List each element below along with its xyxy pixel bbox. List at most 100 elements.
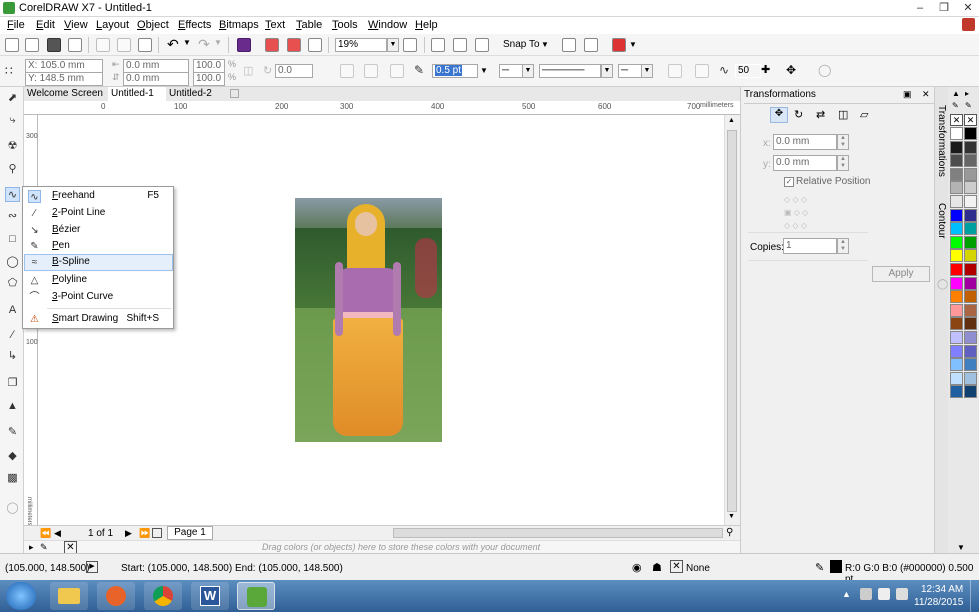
search-content-icon[interactable] <box>237 38 251 52</box>
docker-close-icon[interactable]: ✕ <box>922 89 930 100</box>
no-fill-swatch[interactable]: ✕ <box>950 114 963 126</box>
menu-edit[interactable]: Edit <box>36 19 55 31</box>
flyout-item-3-point-curve[interactable]: ⌒ 3-Point Curve <box>24 289 173 306</box>
no-outline-swatch[interactable]: ✕ <box>964 114 977 126</box>
palette-swatch[interactable] <box>950 235 963 249</box>
print-icon[interactable] <box>68 38 82 52</box>
cut-icon[interactable] <box>96 38 110 52</box>
paste-icon[interactable] <box>138 38 152 52</box>
palette-swatch[interactable] <box>964 331 977 344</box>
full-screen-preview-icon[interactable] <box>403 38 417 52</box>
palette-swatch[interactable] <box>964 263 977 276</box>
skew-transform-icon[interactable]: ▱ <box>860 108 868 121</box>
app-launcher-icon[interactable] <box>612 38 626 52</box>
transform-y-stepper[interactable]: ▲ ▼ <box>837 155 849 171</box>
undo-icon[interactable]: ↶ <box>167 36 179 53</box>
freehand-smoothing-field[interactable]: 50 <box>735 64 761 78</box>
zoom-tool-icon[interactable]: ⚲ <box>5 162 20 177</box>
show-grid-icon[interactable] <box>453 38 467 52</box>
palette-swatch[interactable] <box>950 140 963 154</box>
palette-swatch[interactable] <box>950 331 963 344</box>
transform-x-stepper[interactable]: ▲ ▼ <box>837 134 849 150</box>
quick-customize-tools-icon[interactable]: ◯ <box>5 501 20 516</box>
palette-swatch[interactable] <box>964 127 977 140</box>
palette-swatch[interactable] <box>964 181 977 195</box>
redo-dropdown-icon[interactable]: ▼ <box>214 38 222 47</box>
docker-minimize-icon[interactable]: ▣ <box>903 89 912 100</box>
apply-button[interactable]: Apply <box>872 266 930 282</box>
drop-shadow-tool-icon[interactable]: ❐ <box>5 376 20 391</box>
flyout-item-2-point-line[interactable]: ∕ 2-Point Line <box>24 205 173 222</box>
ellipse-tool-icon[interactable]: ◯ <box>5 255 20 270</box>
palette-swatch[interactable] <box>964 154 977 168</box>
transform-y-field[interactable]: 0.0 mm <box>773 155 837 171</box>
start-button-icon[interactable] <box>6 582 36 610</box>
wrap-text-icon[interactable] <box>695 64 709 78</box>
palette-menu-icon[interactable]: ▸ <box>29 542 34 553</box>
scale-width-field[interactable]: 100.0 <box>193 59 225 73</box>
width-field[interactable]: 0.0 mm <box>123 59 189 73</box>
horizontal-scroll-thumb[interactable] <box>393 528 723 538</box>
palette-scroll-up-icon[interactable]: ▲ <box>952 89 960 98</box>
taskbar-chrome[interactable] <box>144 582 182 610</box>
show-guidelines-icon[interactable] <box>475 38 489 52</box>
tab-welcome-screen[interactable]: Welcome Screen <box>24 87 108 101</box>
palette-swatch[interactable] <box>964 358 977 372</box>
copy-icon[interactable] <box>117 38 131 52</box>
height-field[interactable]: 0.0 mm <box>123 72 189 86</box>
zoom-dropdown-icon[interactable]: ▼ <box>387 38 399 52</box>
transparency-tool-icon[interactable]: ▲ <box>5 399 20 414</box>
parallel-dimension-tool-icon[interactable]: ∕ <box>5 328 20 343</box>
line-style-select[interactable]: ────── <box>539 64 601 78</box>
palette-swatch[interactable] <box>964 344 977 358</box>
palette-swatch[interactable] <box>950 385 963 399</box>
menu-view[interactable]: View <box>64 19 88 31</box>
palette-swatch[interactable] <box>964 290 977 304</box>
zoom-navigator-icon[interactable]: ⚲ <box>726 527 733 538</box>
open-icon[interactable] <box>25 38 39 52</box>
publish-pdf-icon[interactable] <box>308 38 322 52</box>
outline-width-field[interactable]: 0.5 pt <box>432 64 478 78</box>
prev-page-icon[interactable]: ◀ <box>54 528 61 539</box>
pick-tool-icon[interactable]: ⬈ <box>5 91 20 106</box>
flyout-item-freehand[interactable]: ∿ Freehand F5 <box>24 188 173 205</box>
menu-tools[interactable]: Tools <box>332 19 358 31</box>
color-eyedropper-tool-icon[interactable]: ✎ <box>5 425 20 440</box>
close-curve-icon[interactable] <box>668 64 682 78</box>
palette-swatch[interactable] <box>964 317 977 331</box>
options-icon[interactable] <box>584 38 598 52</box>
page-tab-page-1[interactable]: Page 1 <box>167 526 213 540</box>
next-page-icon[interactable]: ▶ <box>125 528 132 539</box>
palette-swatch[interactable] <box>964 276 977 290</box>
reference-point-icon[interactable]: ∷ <box>5 64 19 78</box>
close-icon[interactable]: ✕ <box>956 0 979 16</box>
palette-eyedropper-icon[interactable]: ✎ <box>965 101 972 110</box>
x-position-field[interactable]: X: 105.0 mm <box>25 59 103 73</box>
bounding-box-icon[interactable]: ✥ <box>786 63 796 77</box>
palette-options-icon[interactable]: ▸ <box>965 89 969 98</box>
menu-file[interactable]: File <box>7 19 25 31</box>
undo-dropdown-icon[interactable]: ▼ <box>183 38 191 47</box>
relative-position-checkbox[interactable]: ✓ <box>784 177 794 187</box>
new-document-icon[interactable] <box>5 38 19 52</box>
tab-transformations[interactable]: Transformations <box>936 105 947 187</box>
bitmap-photo[interactable] <box>295 198 442 442</box>
show-desktop-button[interactable] <box>970 580 979 612</box>
app-launcher-dropdown-icon[interactable]: ▼ <box>629 40 637 49</box>
user-account-icon[interactable] <box>962 18 975 31</box>
outline-width-dropdown-icon[interactable]: ▼ <box>480 66 488 75</box>
copies-stepper[interactable]: ▲ ▼ <box>837 238 849 254</box>
menu-window[interactable]: Window <box>368 19 407 31</box>
fill-none-swatch[interactable]: ✕ <box>670 560 683 573</box>
text-tool-icon[interactable]: A <box>5 303 20 318</box>
palette-swatch[interactable] <box>964 195 977 208</box>
color-proof-icon[interactable]: ◉ <box>632 561 642 574</box>
import-icon[interactable] <box>265 38 279 52</box>
palette-swatch[interactable] <box>964 249 977 263</box>
palette-swatch[interactable] <box>950 249 963 263</box>
eyedropper-icon[interactable]: ✎ <box>40 542 48 553</box>
snap-to-button[interactable]: Snap To <box>503 39 540 50</box>
minimize-icon[interactable]: – <box>908 0 932 16</box>
palette-swatch[interactable] <box>950 290 963 304</box>
palette-swatch[interactable] <box>964 371 977 385</box>
